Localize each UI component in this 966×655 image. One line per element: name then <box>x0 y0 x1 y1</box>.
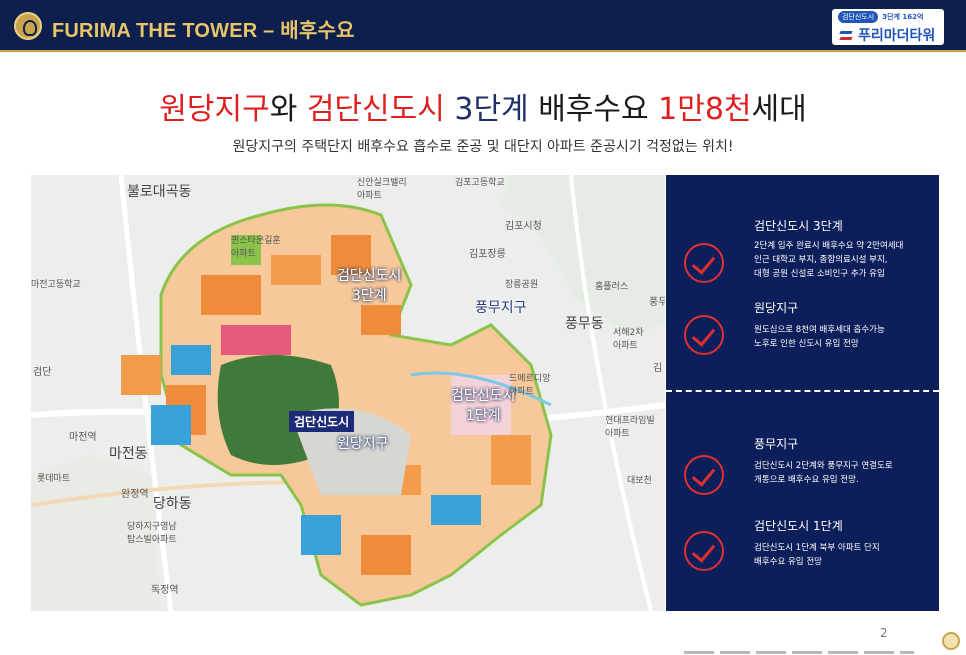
brand-pill: 검단신도시 <box>838 11 879 23</box>
map-label: 신안실크밸리 아파트 <box>357 178 407 201</box>
check-icon <box>684 531 724 571</box>
check-icon <box>684 455 724 495</box>
map-label: 현대프라임빌 아파트 <box>605 416 655 439</box>
map-graphic <box>31 175 665 611</box>
map-label: 김포시청 <box>505 221 542 232</box>
panel-item-title: 검단신도시 3단계 <box>754 219 843 233</box>
footer-divider <box>684 651 914 654</box>
district-map: 불로대곡동 퀸스타운길훈 아파트 마전고등학교 검단 마전역 마전동 롯데마트 … <box>31 175 665 611</box>
page-number: 2 <box>880 626 888 640</box>
panel-item-title: 원당지구 <box>754 301 799 315</box>
map-label: 김포장릉 <box>469 249 506 260</box>
brand-tagline: 3단계 162억 <box>882 13 924 21</box>
headline-part: 원당지구 <box>159 92 270 127</box>
check-icon <box>684 315 724 355</box>
map-label: 롯데마트 <box>37 474 71 484</box>
map-label: 마전고등학교 <box>31 280 81 290</box>
map-label: 홈플러스 <box>595 282 629 292</box>
map-label: 불로대곡동 <box>127 184 192 200</box>
map-label: 김 <box>653 363 663 374</box>
map-label: 마전역 <box>69 432 97 443</box>
panel-item-title: 풍무지구 <box>754 437 799 451</box>
map-label: 장릉공원 <box>505 280 539 290</box>
brand-mark-icon <box>838 28 854 42</box>
brand-name: 푸리마더타워 <box>858 28 936 44</box>
map-label: 당하지구영남 탑스빌아파트 <box>127 522 177 545</box>
map-label: 독정역 <box>151 585 179 596</box>
map-label: 당하동 <box>153 496 192 512</box>
map-label: 서해2차 아파트 <box>613 328 644 351</box>
brand-logo[interactable]: 검단신도시 3단계 162억 푸리마더타워 <box>832 9 944 45</box>
map-label: 풍무동 <box>565 316 604 332</box>
headline-part: 배후수요 <box>528 92 659 127</box>
page-headline: 원당지구와 검단신도시 3단계 배후수요 1만8천세대 <box>0 84 966 128</box>
map-label: 드메르디앙 아파트 <box>509 374 551 397</box>
check-icon <box>684 243 724 283</box>
panel-item-desc: 검단신도시 1단계 북부 아파트 단지 배후수요 유입 전망 <box>754 543 880 567</box>
map-label: 마전동 <box>109 446 148 462</box>
emblem-icon <box>14 12 42 40</box>
page-subheadline: 원당지구의 주택단지 배후수요 흡수로 준공 및 대단지 아파트 준공시기 걱정… <box>232 139 734 155</box>
panel-divider <box>666 390 939 392</box>
zone-label-pungmu: 풍무지구 <box>475 300 527 316</box>
emblem-icon <box>942 632 960 650</box>
info-panel: 검단신도시 3단계 2단계 입주 완료시 배후수요 약 2만여세대 인근 대학교… <box>666 175 939 611</box>
panel-item-desc: 2단계 입주 완료시 배후수요 약 2만여세대 인근 대학교 부지, 종합의료시… <box>754 241 904 279</box>
panel-item-desc: 원도심으로 8천여 배후세대 흡수가능 노후로 인한 신도시 유입 전망 <box>754 325 885 349</box>
headline-part: 세대 <box>751 92 807 127</box>
map-label: 풍무 <box>649 297 665 308</box>
zone-label-phase3: 검단신도시 3단계 <box>337 268 402 304</box>
zone-label-wondang: 원당지구 <box>337 436 389 452</box>
zone-label-phase1: 검단신도시 1단계 <box>451 388 516 424</box>
map-label: 김포고등학교 <box>455 178 505 188</box>
headline-part: 검단신도시 <box>306 92 445 127</box>
map-label: 검단 <box>33 367 52 378</box>
header-title: FURIMA THE TOWER – 배후수요 <box>52 20 355 42</box>
headline-part: 3단계 <box>444 92 529 127</box>
headline-part: 1만8천 <box>658 92 752 127</box>
header-bar: FURIMA THE TOWER – 배후수요 검단신도시 3단계 162억 푸… <box>0 0 966 52</box>
map-label: 대보천 <box>627 476 652 486</box>
map-label: 퀸스타운길훈 아파트 <box>231 236 281 259</box>
panel-item-title: 검단신도시 1단계 <box>754 519 843 533</box>
map-label: 완정역 <box>121 489 149 500</box>
zone-label-geomdan: 검단신도시 <box>289 411 355 432</box>
panel-item-desc: 검단신도시 2단계와 풍무지구 연결도로 개통으로 배후수요 유입 전망. <box>754 461 893 485</box>
headline-part: 와 <box>269 92 307 127</box>
